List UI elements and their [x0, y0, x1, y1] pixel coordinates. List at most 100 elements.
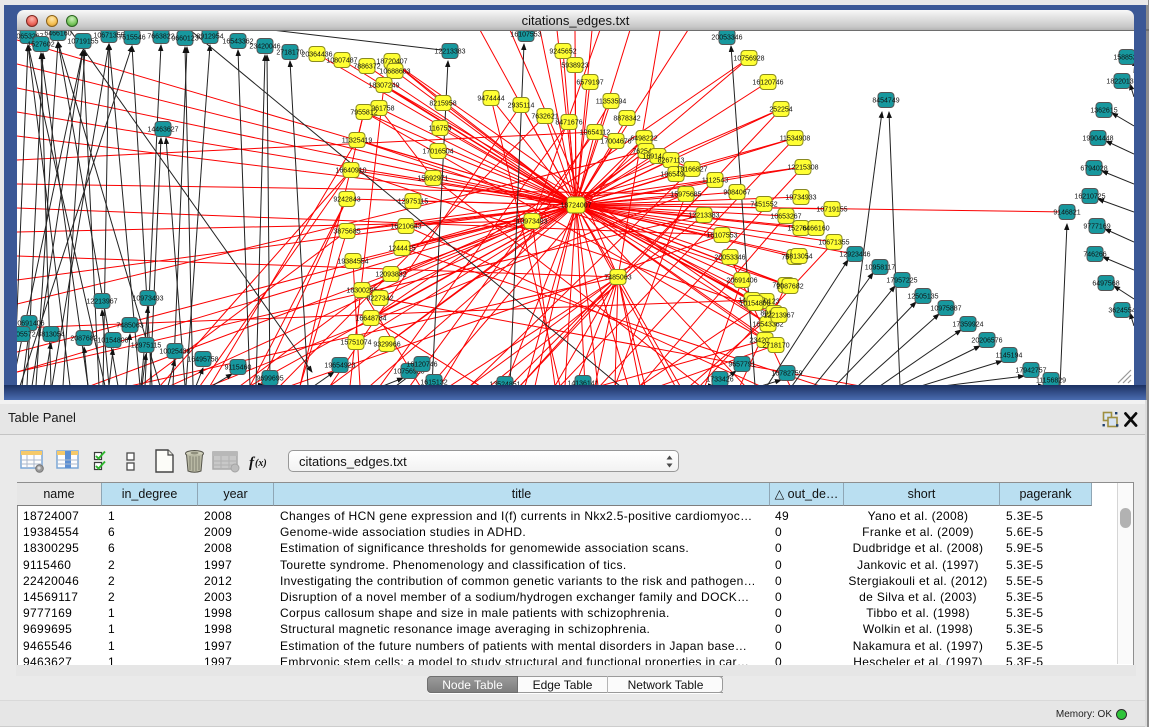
svg-text:11156829: 11156829 [1036, 378, 1066, 385]
svg-text:2718170: 2718170 [276, 50, 303, 57]
svg-text:8454749: 8454749 [872, 98, 899, 105]
svg-text:12975115: 12975115 [131, 343, 162, 350]
svg-text:12923446: 12923446 [839, 252, 870, 259]
svg-text:18220137: 18220137 [1106, 79, 1134, 86]
svg-text:16120746: 16120746 [752, 80, 783, 87]
svg-text:8813054: 8813054 [785, 254, 812, 261]
svg-text:8878342: 8878342 [613, 116, 640, 123]
svg-text:17942757: 17942757 [1015, 368, 1046, 375]
svg-text:16107553: 16107553 [706, 233, 737, 240]
svg-text:12215308: 12215308 [787, 165, 818, 172]
svg-text:1112543: 1112543 [702, 178, 728, 185]
svg-text:1145194: 1145194 [996, 353, 1023, 360]
svg-text:19166827: 19166827 [676, 167, 707, 174]
svg-text:7955812: 7955812 [350, 110, 377, 117]
svg-text:1405572: 1405572 [17, 332, 36, 339]
svg-text:1615132: 1615132 [420, 380, 447, 386]
svg-text:8813054: 8813054 [37, 332, 64, 339]
svg-text:10154808: 10154808 [739, 301, 770, 308]
svg-text:16120746: 16120746 [406, 362, 437, 369]
svg-text:9329966: 9329966 [373, 342, 400, 349]
svg-text:12505135: 12505135 [907, 294, 938, 301]
svg-text:8471676: 8471676 [555, 120, 582, 127]
svg-text:11353594: 11353594 [596, 99, 627, 106]
svg-text:20206576: 20206576 [971, 338, 1002, 345]
svg-text:7515546: 7515546 [118, 35, 145, 42]
svg-text:9245652: 9245652 [549, 49, 576, 56]
svg-text:11534908: 11534908 [780, 136, 811, 143]
svg-text:14463627: 14463627 [147, 127, 178, 134]
svg-text:9242843: 9242843 [333, 197, 360, 204]
svg-text:12213383: 12213383 [434, 49, 465, 56]
svg-text:9084067: 9084067 [723, 190, 750, 197]
svg-text:17016504: 17016504 [422, 149, 453, 156]
svg-text:1527602: 1527602 [27, 42, 54, 49]
svg-text:3624554: 3624554 [1108, 308, 1134, 315]
svg-text:1244415: 1244415 [388, 246, 415, 253]
svg-text:19734933: 19734933 [785, 195, 816, 202]
svg-text:9227342: 9227342 [366, 296, 393, 303]
svg-text:12213967: 12213967 [763, 313, 794, 320]
svg-text:10719155: 10719155 [816, 207, 847, 214]
svg-text:6466160: 6466160 [802, 226, 829, 233]
svg-text:17359924: 17359924 [952, 322, 983, 329]
svg-text:15751074: 15751074 [340, 340, 371, 347]
svg-text:10653267: 10653267 [770, 214, 801, 221]
svg-text:16107553: 16107553 [510, 32, 541, 39]
svg-text:9660123: 9660123 [171, 36, 198, 43]
svg-text:6497568: 6497568 [1092, 281, 1119, 288]
svg-text:18307249: 18307249 [368, 83, 399, 90]
svg-text:10756928: 10756928 [733, 56, 764, 63]
svg-text:9146821: 9146821 [1053, 210, 1080, 217]
svg-text:8267113: 8267113 [658, 158, 685, 165]
svg-text:116753: 116753 [429, 126, 452, 133]
svg-text:10671355: 10671355 [818, 240, 849, 247]
svg-text:7451552: 7451552 [750, 202, 777, 209]
svg-text:9657791: 9657791 [728, 362, 755, 369]
svg-text:6579197: 6579197 [576, 80, 603, 87]
svg-text:12975115: 12975115 [398, 199, 429, 206]
svg-text:10688603: 10688603 [379, 69, 410, 76]
svg-text:5938923: 5938923 [561, 63, 588, 70]
svg-text:9777169: 9777169 [1083, 224, 1110, 231]
svg-text:8215958: 8215958 [429, 101, 456, 108]
svg-text:16495758: 16495758 [187, 357, 218, 364]
svg-text:2935114: 2935114 [508, 103, 535, 110]
svg-text:8912954: 8912954 [196, 34, 223, 41]
svg-text:16210643: 16210643 [390, 224, 421, 231]
svg-text:(x): (x) [255, 458, 267, 469]
svg-text:7485063: 7485063 [604, 275, 631, 282]
svg-text:16640910: 16640910 [335, 168, 366, 175]
svg-text:20053346: 20053346 [711, 35, 742, 42]
svg-text:3875685: 3875685 [333, 229, 360, 236]
svg-text:9474444: 9474444 [477, 96, 504, 103]
svg-text:6466160: 6466160 [44, 31, 71, 38]
svg-text:15975685: 15975685 [670, 192, 701, 199]
svg-text:10973493: 10973493 [132, 296, 163, 303]
svg-text:6498222: 6498222 [630, 136, 657, 143]
svg-text:10958117: 10958117 [865, 265, 896, 272]
svg-text:15692971: 15692971 [417, 176, 448, 183]
svg-text:10154808: 10154808 [97, 338, 128, 345]
svg-text:12093832: 12093832 [375, 272, 406, 279]
svg-text:10654112: 10654112 [580, 130, 611, 137]
svg-text:10719155: 10719155 [67, 39, 98, 46]
svg-text:10973493: 10973493 [516, 219, 547, 226]
svg-text:2087682: 2087682 [70, 336, 97, 343]
svg-text:6794028: 6794028 [1080, 166, 1107, 173]
svg-text:1733426: 1733426 [706, 377, 733, 384]
svg-text:1362615: 1362615 [1090, 108, 1117, 115]
svg-text:9699695: 9699695 [256, 376, 283, 383]
svg-text:20053346: 20053346 [714, 255, 745, 262]
svg-text:12213967: 12213967 [86, 299, 117, 306]
svg-text:11325419: 11325419 [342, 138, 373, 145]
svg-text:17004676: 17004676 [600, 139, 631, 146]
svg-text:18724007: 18724007 [560, 203, 591, 210]
svg-text:2087682: 2087682 [776, 284, 803, 291]
svg-text:2718170: 2718170 [762, 343, 789, 350]
svg-text:1588520: 1588520 [1113, 55, 1134, 62]
svg-text:19384554: 19384554 [337, 259, 368, 266]
svg-text:7485063: 7485063 [116, 323, 143, 330]
svg-text:19904448: 19904448 [1082, 136, 1113, 143]
svg-text:16210725: 16210725 [1074, 194, 1105, 201]
